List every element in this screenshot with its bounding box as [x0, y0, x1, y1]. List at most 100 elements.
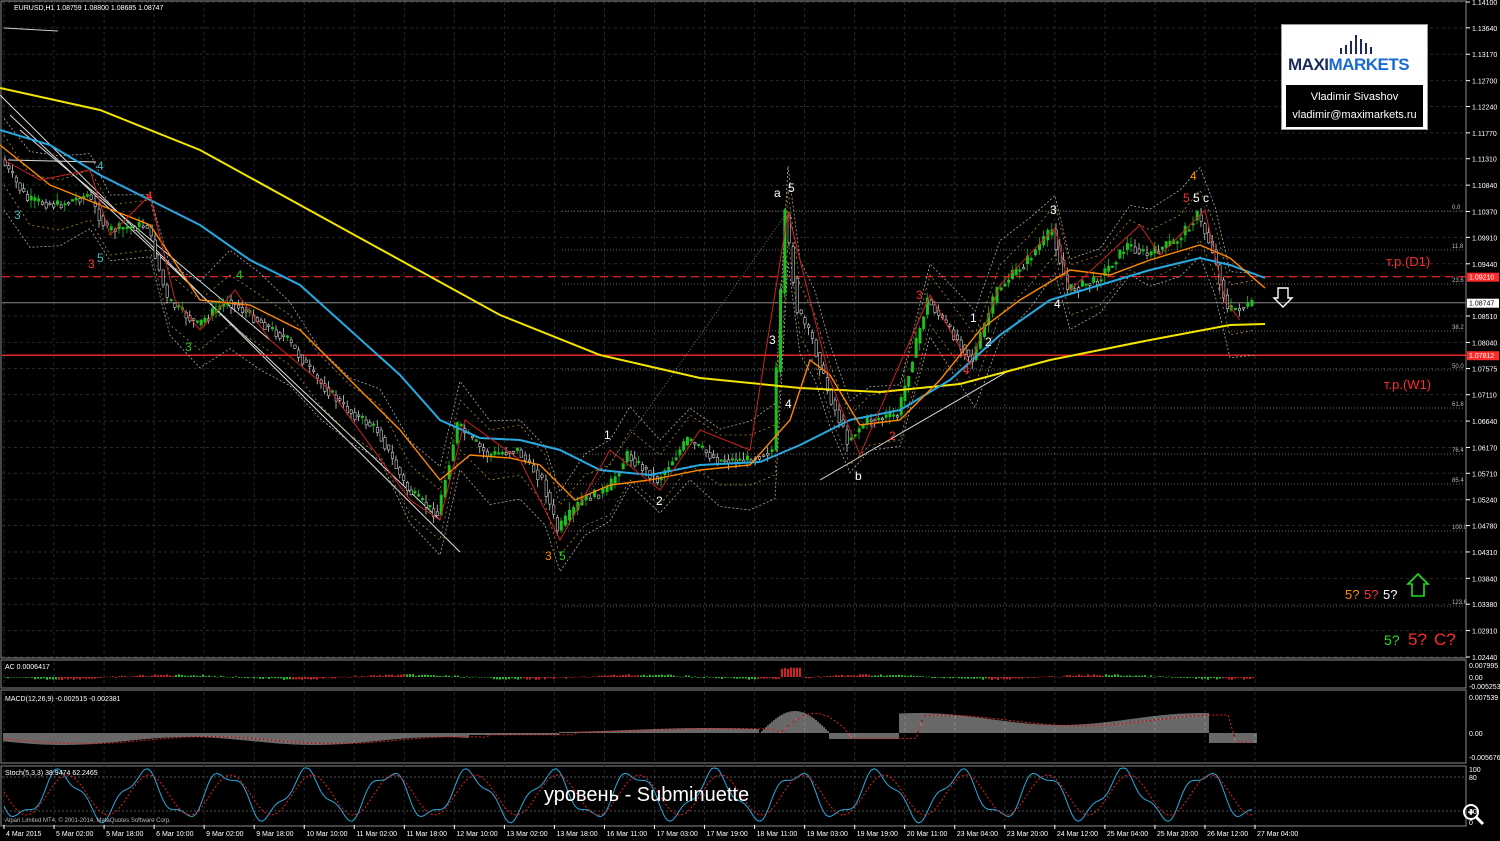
candle-body: [7, 165, 11, 170]
ac-bar: [433, 675, 435, 677]
ac-bar: [1060, 677, 1062, 678]
ac-bar: [88, 677, 90, 679]
ac-bar: [217, 676, 219, 678]
price-tick-label: 1.08040: [1472, 340, 1497, 347]
ac-bar: [1021, 677, 1023, 679]
moving-averages: [0, 87, 1266, 501]
candle-body: [394, 459, 398, 469]
candle-body: [779, 289, 783, 372]
candle-body: [342, 402, 346, 405]
candle-body: [588, 498, 592, 501]
candle-body: [390, 452, 394, 459]
candle-body: [417, 494, 421, 497]
time-tick-label: 25 Mar 20:00: [1157, 831, 1198, 838]
candle-body: [670, 461, 674, 466]
candle-body: [738, 458, 742, 461]
ac-bar: [1177, 677, 1179, 678]
candle-body: [1187, 229, 1191, 232]
ac-bar: [907, 675, 909, 677]
ac-bar: [592, 676, 594, 677]
ac-bar: [112, 676, 114, 677]
ac-bar: [469, 677, 471, 678]
zoom-icon[interactable]: [1460, 801, 1486, 827]
candle-body: [1122, 251, 1126, 255]
candle-body: [597, 494, 601, 499]
ac-bar: [670, 674, 672, 677]
ac-bar: [940, 677, 942, 678]
ac-bar: [376, 675, 378, 677]
candle-body: [78, 198, 82, 203]
ac-bar: [340, 677, 342, 678]
candle-body: [1250, 299, 1254, 307]
ac-bar: [484, 677, 486, 678]
candle-body: [387, 444, 391, 451]
candle-body: [297, 349, 301, 358]
candle-body: [270, 327, 274, 330]
candle-body: [1207, 232, 1211, 244]
ac-bar: [388, 674, 390, 677]
ac-bar: [595, 676, 597, 678]
ac-bar: [247, 677, 249, 679]
ac-bar: [961, 677, 963, 679]
chart-canvas[interactable]: 0.0 11.8 23.6 38.2 50.0 61.8 76.4 85.4 100.0 123.…: [0, 0, 1500, 841]
wave-label: 5: [1193, 191, 1200, 205]
ac-bar: [430, 675, 432, 677]
ac-bar: [289, 677, 291, 680]
ac-bar: [232, 677, 234, 678]
ac-bar: [739, 677, 741, 679]
ac-bar: [499, 677, 501, 680]
ac-bar: [1072, 675, 1074, 677]
candle-body: [633, 457, 637, 467]
candle-body: [357, 414, 361, 417]
candle-body: [617, 473, 621, 477]
ac-bar: [487, 677, 489, 678]
fib-label: 76.4: [1452, 448, 1464, 454]
wave-label: 2: [889, 429, 896, 443]
ac-bar: [649, 674, 651, 677]
price-tick-label: 1.04780: [1472, 524, 1497, 531]
ac-bar: [349, 677, 351, 678]
ac-bar: [1042, 676, 1044, 678]
price-tick-label: 1.09910: [1472, 235, 1497, 242]
ac-bar: [328, 677, 330, 678]
wave-label: 5: [97, 251, 104, 265]
candle-body: [1088, 283, 1092, 286]
ac-bar: [988, 677, 990, 680]
fib-label: 38.2: [1452, 325, 1464, 331]
ac-bar: [550, 677, 552, 678]
candle-body: [1141, 249, 1145, 252]
candle-body: [568, 509, 572, 521]
ac-bar: [676, 676, 678, 677]
stoch-label: Stoch(5,3,3) 38.9474 62.2465: [5, 770, 98, 777]
grid-lines: [2, 1, 1466, 825]
ac-bar: [874, 675, 876, 677]
lower-band: [3, 209, 1256, 573]
ac-bar: [268, 677, 270, 679]
fib-label: 0.0: [1452, 205, 1461, 211]
ac-bar: [73, 677, 75, 680]
candle-body: [398, 467, 402, 475]
candle-body: [892, 414, 896, 417]
candle-body: [402, 474, 406, 481]
ac-bar: [262, 677, 264, 679]
candle-body: [289, 339, 293, 343]
price-tick-label: 1.11310: [1472, 157, 1497, 164]
candle-body: [97, 208, 101, 221]
time-tick-label: 18 Mar 11:00: [757, 831, 798, 838]
candle-body: [199, 319, 203, 326]
candle-body: [512, 450, 516, 454]
candle-body: [918, 328, 922, 344]
candle-body: [478, 443, 482, 447]
candle-body: [1114, 262, 1118, 265]
wave-label: 4: [785, 397, 792, 411]
candle-body: [674, 457, 678, 461]
candle-body: [849, 437, 853, 441]
wave-label: 3: [769, 333, 776, 347]
ac-bar: [49, 677, 51, 680]
fib-label: 85.4: [1452, 478, 1464, 484]
ac-bar: [634, 675, 636, 677]
candle-body: [1084, 283, 1088, 286]
ac-bar: [589, 676, 591, 678]
candle-body: [1118, 249, 1122, 259]
candle-body: [1125, 243, 1129, 250]
